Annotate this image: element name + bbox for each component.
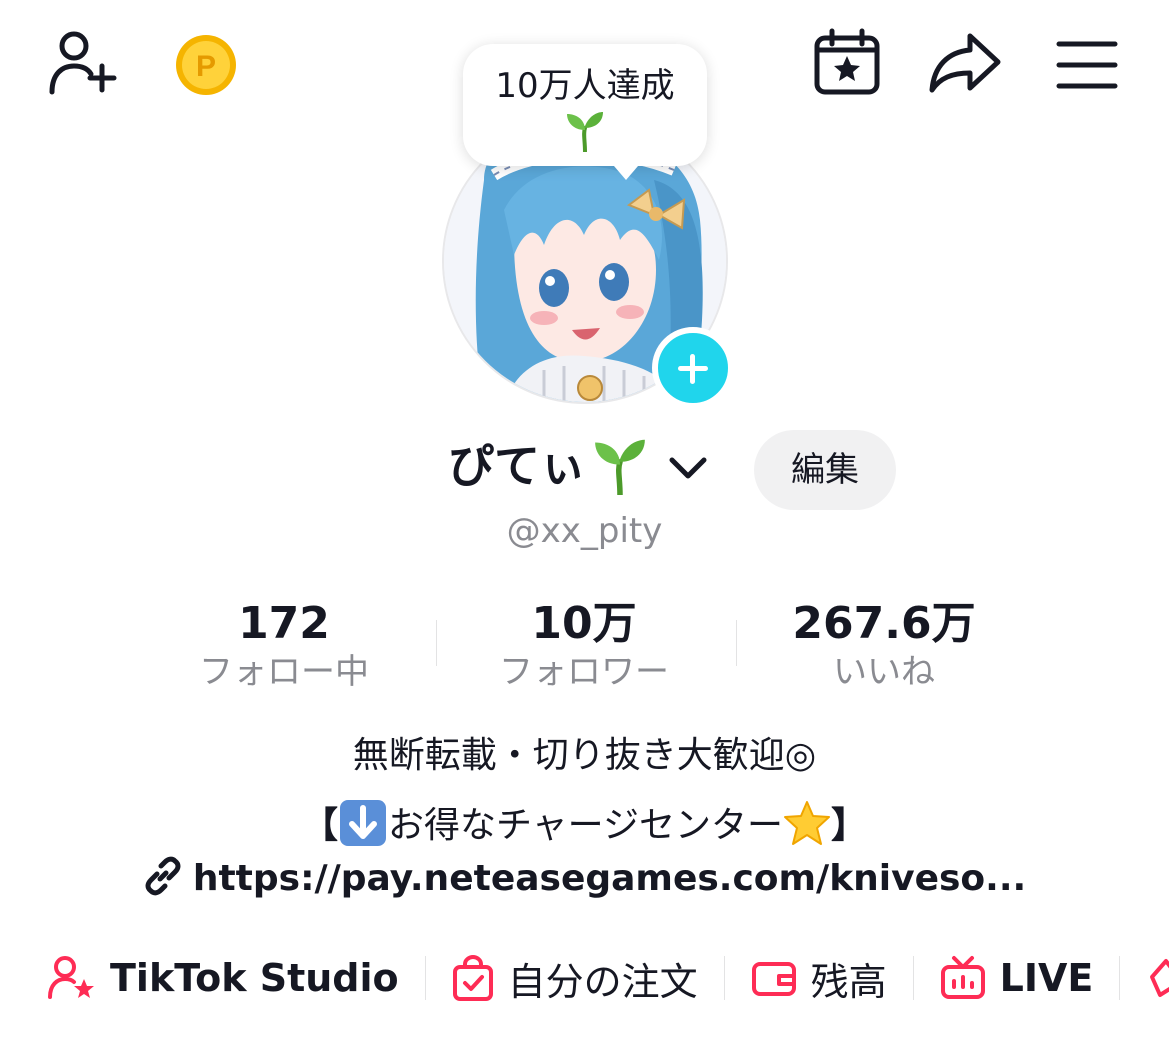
divider — [723, 956, 725, 1000]
share-icon[interactable] — [928, 28, 1002, 98]
coin-letter: P — [196, 50, 216, 83]
divider — [424, 956, 426, 1000]
stat-label: フォロワー — [499, 652, 669, 692]
tool-live[interactable]: LIVE — [940, 955, 1094, 1001]
tool-label: LIVE — [999, 956, 1094, 1000]
profile-name: ぴてぃ — [448, 439, 586, 493]
tool-label: 自分の注文 — [507, 959, 698, 1004]
more-tool-icon — [1150, 959, 1169, 997]
stat-followers[interactable]: 10万 フォロワー — [434, 596, 734, 694]
tool-label: TikTok Studio — [110, 956, 399, 1000]
bio-link[interactable]: https://pay.neteasegames.com/kniveso... — [0, 856, 1169, 900]
coin-icon[interactable]: P — [174, 33, 238, 97]
milestone-bubble: 10万人達成 — [463, 44, 707, 166]
tool-more-partial[interactable] — [1146, 955, 1169, 1001]
bubble-tail — [614, 166, 638, 180]
stat-value: 10万 — [531, 598, 637, 649]
bio-line: 無断転載・切り抜き大歓迎◎ — [352, 735, 817, 776]
bio-bracket: 】 — [830, 805, 867, 846]
stat-following[interactable]: 172 フォロー中 — [134, 596, 434, 694]
divider — [1119, 956, 1121, 1000]
bio-line: 【 お得なチャージセンター 】 — [0, 796, 1169, 850]
tool-balance[interactable]: 残高 — [751, 951, 887, 1006]
edit-profile-button[interactable]: 編集 — [754, 430, 896, 510]
tool-my-orders[interactable]: 自分の注文 — [452, 951, 698, 1006]
divider — [912, 956, 914, 1000]
down-arrow-icon — [340, 800, 387, 846]
add-avatar-button[interactable] — [652, 327, 734, 409]
star-icon — [783, 801, 830, 845]
tools-row: TikTok Studio 自分の注文 残高 LIVE — [48, 948, 1169, 1008]
stat-value: 172 — [238, 598, 330, 649]
profile-handle: @xx_pity — [506, 511, 663, 551]
sprout-icon — [595, 439, 645, 495]
stat-label: フォロー中 — [199, 652, 369, 692]
profile-name-row[interactable]: ぴてぃ — [448, 436, 652, 496]
orders-icon — [452, 955, 493, 1001]
menu-icon[interactable] — [1056, 28, 1118, 98]
link-icon — [145, 856, 181, 896]
studio-icon — [48, 956, 94, 999]
stat-likes[interactable]: 267.6万 いいね — [734, 596, 1034, 694]
wallet-icon — [751, 962, 796, 996]
chevron-down-icon[interactable] — [668, 452, 708, 486]
link-text: https://pay.neteasegames.com/kniveso... — [192, 858, 1027, 899]
stat-label: いいね — [833, 652, 935, 692]
tool-label: 残高 — [810, 959, 887, 1004]
bio-bracket: 【 — [302, 805, 339, 846]
add-friend-icon[interactable] — [48, 28, 120, 100]
tool-tiktok-studio[interactable]: TikTok Studio — [48, 955, 399, 1001]
stat-value: 267.6万 — [792, 598, 976, 649]
calendar-star-icon[interactable] — [812, 28, 882, 98]
bio-text: お得なチャージセンター — [388, 805, 783, 846]
sprout-icon — [567, 112, 603, 152]
live-icon — [940, 956, 985, 999]
milestone-text: 10万人達成 — [495, 66, 675, 106]
